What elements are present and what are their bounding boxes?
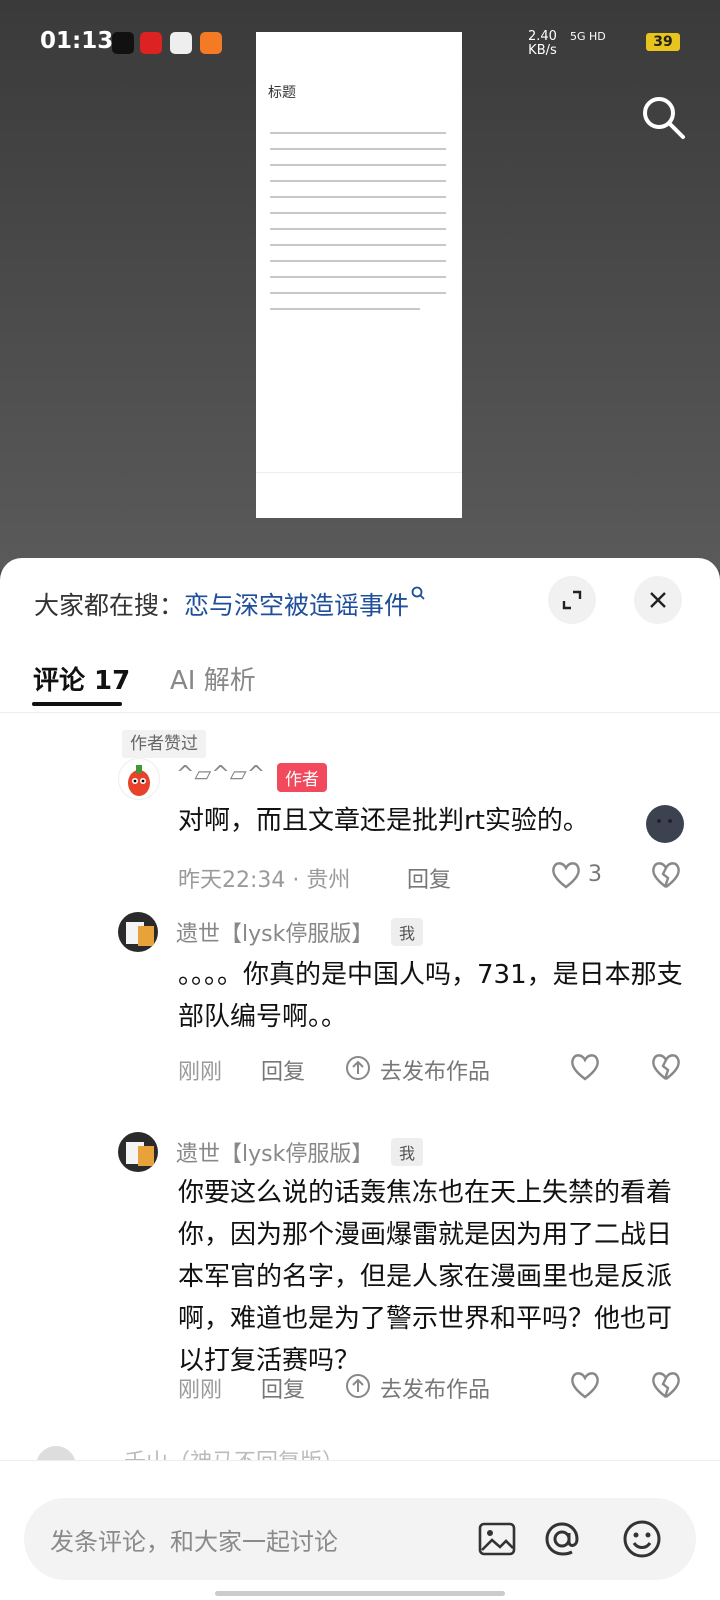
heart-icon[interactable] xyxy=(550,860,582,890)
tab-ai-analysis[interactable]: AI 解析 xyxy=(170,660,256,697)
divider xyxy=(0,712,720,713)
image-icon[interactable] xyxy=(478,1522,516,1556)
text-line xyxy=(270,180,446,182)
comment-time: 刚刚 xyxy=(178,1378,223,1403)
text-line xyxy=(270,292,446,294)
comment-input[interactable]: 发条评论，和大家一起讨论 xyxy=(50,1522,338,1557)
text-line xyxy=(270,132,446,134)
expand-button[interactable] xyxy=(548,576,596,624)
preview-title: 标题 xyxy=(268,85,296,101)
comment-time: 刚刚 xyxy=(178,1060,223,1085)
broken-heart-icon[interactable] xyxy=(650,1052,682,1082)
search-small-icon xyxy=(411,586,425,600)
reply-button[interactable]: 回复 xyxy=(261,1372,305,1404)
media-preview-area: 01:13 2.40 KB/s 5G HD 39 标题 xyxy=(0,0,720,570)
shop-app-icon xyxy=(200,32,222,54)
heart-icon[interactable] xyxy=(569,1052,601,1082)
comment-text: 。。。。你真的是中国人吗，731，是日本那支部队编号啊。。 xyxy=(178,960,683,1032)
heart-icon[interactable] xyxy=(569,1370,601,1400)
like-count: 3 xyxy=(588,862,602,887)
text-line xyxy=(270,260,446,262)
me-tag: 我 xyxy=(391,918,424,946)
avatar[interactable] xyxy=(118,758,160,800)
text-line xyxy=(270,148,446,150)
net-speed: 2.40 KB/s xyxy=(528,29,557,58)
reply-button[interactable]: 回复 xyxy=(407,862,451,894)
emoji-icon[interactable] xyxy=(622,1519,662,1559)
text-line xyxy=(270,196,446,198)
preview-toolbar xyxy=(256,472,462,513)
tab-bar: 评论 17 AI 解析 xyxy=(0,650,720,706)
search-icon[interactable] xyxy=(640,94,686,140)
avatar[interactable] xyxy=(118,912,158,952)
text-line xyxy=(270,164,446,166)
me-tag: 我 xyxy=(391,1138,424,1166)
text-line xyxy=(270,276,446,278)
text-line xyxy=(270,212,446,214)
reply-button[interactable]: 回复 xyxy=(261,1054,305,1086)
close-icon xyxy=(650,592,666,608)
battery-indicator: 39 xyxy=(646,33,680,51)
author-tag: 作者 xyxy=(277,763,327,792)
text-line xyxy=(270,308,420,310)
broken-heart-icon[interactable] xyxy=(650,1370,682,1400)
signal-label: 5G HD xyxy=(570,30,606,43)
screenshot-preview[interactable]: 标题 xyxy=(256,32,462,518)
at-icon[interactable] xyxy=(542,1519,582,1559)
comment-text: 对啊，而且文章还是批判rt实验的。 xyxy=(178,806,589,836)
upload-icon[interactable] xyxy=(345,1373,371,1399)
username[interactable]: ^▱^▱^ xyxy=(176,762,265,787)
trending-prefix: 大家都在搜： xyxy=(34,591,185,620)
tab-indicator xyxy=(32,702,122,706)
avatar-art-icon xyxy=(126,1142,154,1166)
chili-avatar-icon xyxy=(128,765,150,796)
author-liked-badge: 作者赞过 xyxy=(122,730,206,758)
text-line xyxy=(270,244,446,246)
comment-text: 你要这么说的话轰焦冻也在天上失禁的看着你，因为那个漫画爆雷就是因为用了二战日本军… xyxy=(178,1178,673,1376)
avatar[interactable] xyxy=(118,1132,158,1172)
comment-time: 昨天22:34 · 贵州 xyxy=(178,868,351,893)
comment-input-bar[interactable]: 发条评论，和大家一起讨论 xyxy=(24,1498,696,1580)
comment-sheet: 大家都在搜：恋与深空被造谣事件 评论 17 AI 解析 作者赞过 ^▱^▱^ 作… xyxy=(0,558,720,1600)
trending-search: 大家都在搜：恋与深空被造谣事件 xyxy=(34,586,425,622)
avatar-art-icon xyxy=(126,922,154,946)
upload-icon[interactable] xyxy=(345,1055,371,1081)
publish-work-button[interactable]: 去发布作品 xyxy=(380,1054,490,1086)
moon-emoji-icon xyxy=(646,805,684,843)
username[interactable]: 遗世【lysk停服版】 xyxy=(176,916,373,948)
tab-comments[interactable]: 评论 17 xyxy=(33,660,130,697)
broken-heart-icon[interactable] xyxy=(650,860,682,890)
username[interactable]: 遗世【lysk停服版】 xyxy=(176,1136,373,1168)
news-app-icon xyxy=(140,32,162,54)
tiktok-icon xyxy=(112,32,134,54)
close-button[interactable] xyxy=(634,576,682,624)
clock: 01:13 xyxy=(40,28,114,54)
expand-icon xyxy=(562,590,582,610)
home-indicator xyxy=(215,1591,505,1596)
text-line xyxy=(270,228,446,230)
publish-work-button[interactable]: 去发布作品 xyxy=(380,1372,490,1404)
trending-link[interactable]: 恋与深空被造谣事件 xyxy=(184,591,409,620)
map-app-icon xyxy=(170,32,192,54)
